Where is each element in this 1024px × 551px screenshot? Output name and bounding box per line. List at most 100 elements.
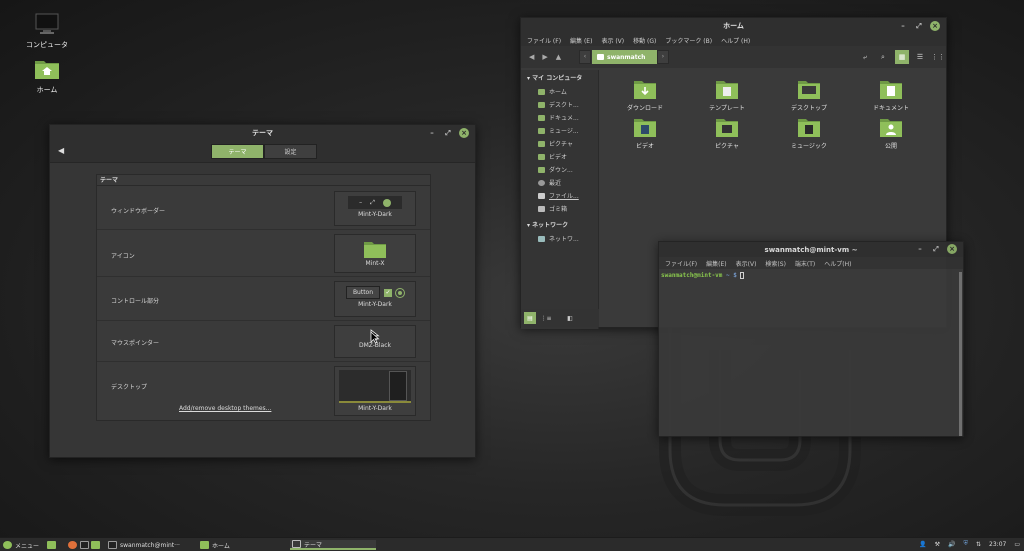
window-border-chooser[interactable]: – ⤢ Mint-Y-Dark xyxy=(334,191,416,226)
desktop-chooser[interactable]: Mint-Y-Dark xyxy=(334,366,416,416)
user-icon[interactable]: 👤 xyxy=(919,541,926,548)
sidebar-item-network[interactable]: ネットワ... xyxy=(521,232,598,245)
menu-file[interactable]: ファイル (F) xyxy=(527,36,561,45)
tab-settings[interactable]: 設定 xyxy=(264,144,317,159)
sidebar-item-desktop[interactable]: デスクト... xyxy=(521,98,598,111)
folder-downloads[interactable]: ダウンロード xyxy=(615,80,675,112)
terminal-launcher[interactable] xyxy=(80,540,89,550)
network-tray-icon[interactable]: ⇅ xyxy=(976,541,981,548)
close-icon[interactable]: × xyxy=(930,21,940,31)
desktop-preview xyxy=(339,370,411,403)
icon-view-icon[interactable]: ▦ xyxy=(895,50,909,64)
folder-music[interactable]: ミュージック xyxy=(779,118,839,150)
minimize-icon[interactable]: – xyxy=(915,244,925,254)
sidebar-item-home[interactable]: ホーム xyxy=(521,85,598,98)
task-terminal[interactable]: swanmatch@mint··· xyxy=(108,540,196,550)
folder-templates[interactable]: テンプレート xyxy=(697,80,757,112)
folder-pictures[interactable]: ピクチャ xyxy=(697,118,757,150)
sidebar-item-filesystem[interactable]: ファイル... xyxy=(521,189,598,202)
compact-view-icon[interactable]: ⋮⋮ xyxy=(931,50,945,64)
task-label: swanmatch@mint··· xyxy=(120,541,180,549)
search-icon[interactable]: ⌕ xyxy=(876,50,890,64)
sidebar-item-pictures[interactable]: ピクチャ xyxy=(521,137,598,150)
menu-help[interactable]: ヘルプ(H) xyxy=(824,259,851,268)
terminal-menubar: ファイル(F) 編集(E) 表示(V) 検索(S) 端末(T) ヘルプ(H) xyxy=(659,257,963,269)
theme-window: テーマ – ⤢ × ◀ テーマ 設定 テーマ ウィンドウボーダー – ⤢ Min… xyxy=(49,124,476,458)
sidebar-item-music[interactable]: ミュージ... xyxy=(521,124,598,137)
row-label: アイコン xyxy=(111,253,135,260)
panel-preview xyxy=(339,401,411,403)
menu-view[interactable]: 表示(V) xyxy=(736,259,757,268)
hide-sidebar-icon[interactable]: ◧ xyxy=(564,312,576,324)
maximize-icon[interactable]: ⤢ xyxy=(931,244,941,254)
minimize-icon[interactable]: – xyxy=(427,128,437,138)
menu-view[interactable]: 表示 (V) xyxy=(601,36,624,45)
add-remove-themes-link[interactable]: Add/remove desktop themes... xyxy=(179,405,271,412)
task-theme[interactable]: テーマ xyxy=(290,540,376,550)
menu-go[interactable]: 移動 (G) xyxy=(633,36,656,45)
forward-icon[interactable]: ▶ xyxy=(542,53,547,61)
desktop-home[interactable]: ホーム xyxy=(17,58,77,95)
back-icon[interactable]: ◀ xyxy=(529,53,534,61)
sidebar-item-recent[interactable]: 最近 xyxy=(521,176,598,189)
folder-videos[interactable]: ビデオ xyxy=(615,118,675,150)
update-shield-icon[interactable]: ⛨ xyxy=(963,540,968,548)
folder-documents[interactable]: ドキュメント xyxy=(861,80,921,112)
theme-titlebar[interactable]: テーマ – ⤢ × xyxy=(50,125,475,141)
menu-file[interactable]: ファイル(F) xyxy=(665,259,697,268)
maximize-icon[interactable]: ⤢ xyxy=(914,21,924,31)
mint-menu-icon xyxy=(3,541,12,549)
sidebar-item-downloads[interactable]: ダウン... xyxy=(521,163,598,176)
tab-themes[interactable]: テーマ xyxy=(211,144,264,159)
files-launcher[interactable] xyxy=(91,540,100,550)
recent-icon xyxy=(538,179,545,186)
show-desktop-launcher[interactable] xyxy=(47,540,56,550)
sidebar-item-trash[interactable]: ゴミ箱 xyxy=(521,202,598,215)
menu-search[interactable]: 検索(S) xyxy=(765,259,786,268)
minimize-icon[interactable]: – xyxy=(898,21,908,31)
volume-icon[interactable]: 🔊 xyxy=(948,541,955,548)
clock[interactable]: 23:07 xyxy=(989,541,1006,548)
task-home[interactable]: ホーム xyxy=(200,540,286,550)
toggle-location-icon[interactable]: ⤶ xyxy=(858,50,872,64)
folder-label: 公開 xyxy=(884,143,897,150)
list-view-icon[interactable]: ☰ xyxy=(913,50,927,64)
close-icon[interactable]: × xyxy=(947,244,957,254)
close-icon[interactable]: × xyxy=(459,128,469,138)
maximize-icon: ⤢ xyxy=(370,198,375,206)
firefox-launcher[interactable] xyxy=(68,540,77,550)
maximize-icon[interactable]: ⤢ xyxy=(443,128,453,138)
notifications-icon[interactable]: ▭ xyxy=(1014,541,1020,548)
up-icon[interactable]: ▲ xyxy=(556,53,561,61)
sidebar-item-videos[interactable]: ビデオ xyxy=(521,150,598,163)
checkbox-icon: ✓ xyxy=(384,288,393,297)
home-folder-icon xyxy=(35,61,59,79)
menu-terminal[interactable]: 端末(T) xyxy=(795,259,815,268)
controls-chooser[interactable]: Button ✓ Mint-Y-Dark xyxy=(334,281,416,317)
sidebar-item-documents[interactable]: ドキュメ... xyxy=(521,111,598,124)
file-manager-titlebar[interactable]: ホーム – ⤢ × xyxy=(521,18,946,34)
menu-help[interactable]: ヘルプ (H) xyxy=(721,36,750,45)
back-arrow-icon[interactable]: ◀ xyxy=(58,146,64,155)
folder-label: ダウンロード xyxy=(626,105,663,112)
menu-button[interactable]: メニュー xyxy=(3,540,39,550)
desktop-computer[interactable]: コンピュータ xyxy=(17,13,77,50)
terminal-titlebar[interactable]: swanmatch@mint-vm ~ – ⤢ × xyxy=(659,242,963,257)
folder-public[interactable]: 公開 xyxy=(861,118,921,150)
menu-edit[interactable]: 編集 (E) xyxy=(570,36,592,45)
terminal-scrollbar[interactable] xyxy=(959,272,962,436)
path-button-home[interactable]: swanmatch xyxy=(592,50,667,64)
icons-chooser[interactable]: Mint-X xyxy=(334,234,416,273)
sidebar-heading-network[interactable]: ▾ ネットワーク xyxy=(521,217,598,232)
terminal-output[interactable]: swanmatch@mint-vm ~ $ xyxy=(659,270,957,436)
path-scroll-left-icon[interactable]: ‹ xyxy=(579,50,591,64)
sidebar-heading-my-computer[interactable]: ▾ マイ コンピュータ xyxy=(521,70,598,85)
tree-sidebar-icon[interactable]: ⋮≡ xyxy=(540,312,552,324)
folder-desktop[interactable]: デスクトップ xyxy=(779,80,839,112)
minimize-icon: – xyxy=(359,199,363,206)
tools-icon[interactable]: ⚒ xyxy=(935,541,940,548)
places-sidebar-icon[interactable]: ▤ xyxy=(524,312,536,324)
menu-bookmarks[interactable]: ブックマーク (B) xyxy=(665,36,712,45)
menu-edit[interactable]: 編集(E) xyxy=(706,259,726,268)
path-scroll-right-icon[interactable]: › xyxy=(657,50,669,64)
